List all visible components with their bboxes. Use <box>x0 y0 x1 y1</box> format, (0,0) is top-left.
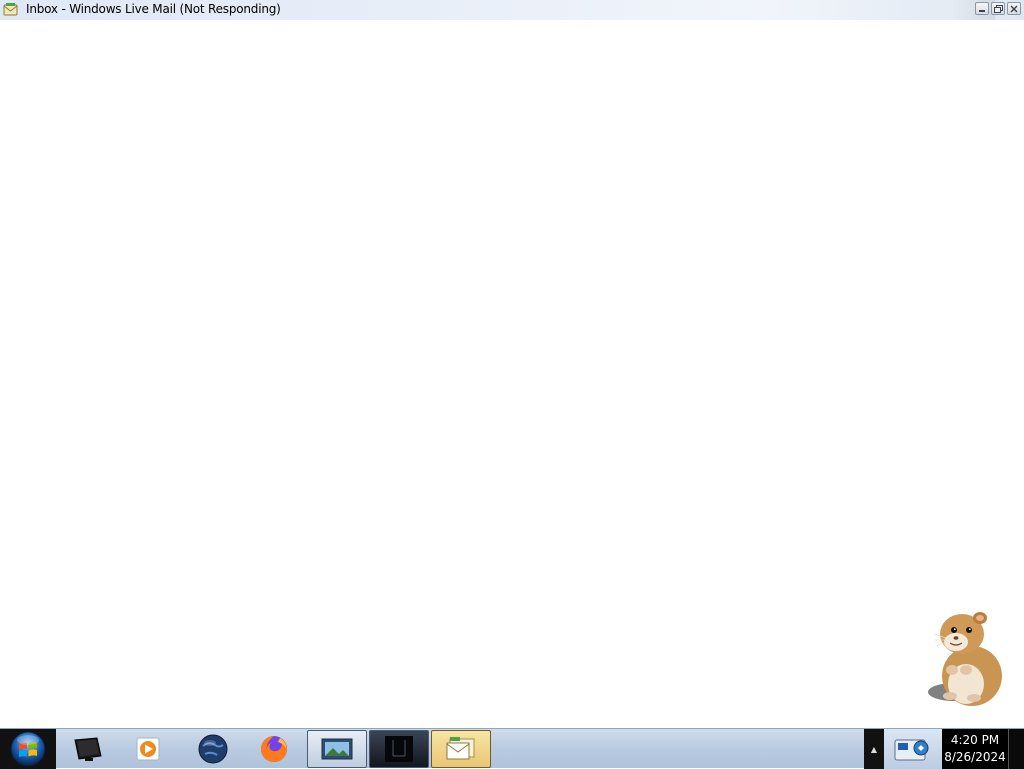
taskbar-dark-window[interactable] <box>369 730 429 768</box>
start-button[interactable] <box>0 729 56 769</box>
taskbar: ▲ 4:20 PM 8/26/2024 <box>0 728 1024 769</box>
windows-start-orb-icon <box>10 731 46 767</box>
taskbar-photo-viewer[interactable] <box>307 730 367 768</box>
close-icon <box>1010 5 1018 12</box>
show-desktop-button[interactable] <box>1008 729 1024 769</box>
taskbar-firefox[interactable] <box>244 730 304 768</box>
dark-window-icon <box>385 736 413 762</box>
globe-browser-icon <box>198 734 228 764</box>
tray-overflow-button[interactable]: ▲ <box>864 729 884 769</box>
restore-button[interactable] <box>991 2 1005 15</box>
display-device-icon <box>74 737 102 761</box>
network-monitor-icon <box>894 739 929 761</box>
close-button[interactable] <box>1007 2 1021 15</box>
system-clock[interactable]: 4:20 PM 8/26/2024 <box>942 729 1008 769</box>
clock-time: 4:20 PM <box>950 733 1000 747</box>
taskbar-windows-live-mail[interactable] <box>431 730 491 768</box>
minimize-button[interactable] <box>975 2 989 15</box>
mail-client-area <box>0 20 1024 728</box>
window-title: Inbox - Windows Live Mail (Not Respondin… <box>26 2 281 16</box>
taskbar-globe-browser[interactable] <box>183 730 243 768</box>
clock-date: 8/26/2024 <box>944 750 1006 764</box>
firefox-icon <box>261 736 287 762</box>
taskbar-display-device[interactable] <box>58 730 118 768</box>
taskbar-media-player[interactable] <box>118 730 178 768</box>
window-title-bar[interactable]: Inbox - Windows Live Mail (Not Respondin… <box>0 0 1024 20</box>
windows-live-mail-icon <box>3 2 19 17</box>
media-player-icon <box>136 737 160 761</box>
restore-icon <box>993 4 1003 13</box>
chevron-up-icon: ▲ <box>870 744 878 754</box>
hamster-icon[interactable] <box>916 600 1012 712</box>
notification-area[interactable] <box>884 729 942 769</box>
photo-viewer-icon <box>321 738 353 760</box>
windows-live-mail-icon <box>446 737 475 760</box>
